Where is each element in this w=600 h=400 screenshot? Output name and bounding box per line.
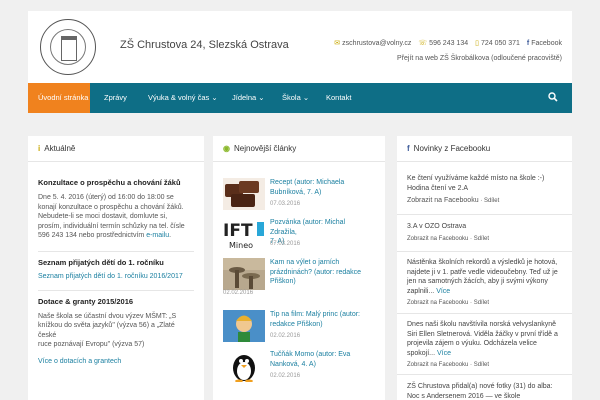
fb-share-link[interactable]: Sdílet: [474, 300, 489, 306]
article-thumbnail[interactable]: IFT Mineo: [223, 218, 265, 250]
nav-skola[interactable]: Škola ⌄: [282, 83, 309, 113]
news-text: Naše škola se účastní dvou výzev MŠMT: „…: [38, 312, 177, 349]
facebook-link[interactable]: f Facebook: [527, 40, 562, 47]
info-icon: i: [38, 144, 41, 153]
panel-header: f Novinky z Facebooku: [397, 136, 572, 162]
nav-home[interactable]: Úvodní stránka: [28, 83, 90, 113]
chevron-down-icon: ⌄: [302, 93, 310, 102]
facebook-panel: f Novinky z Facebooku Ke čtení využíváme …: [397, 136, 572, 400]
article-thumbnail[interactable]: [223, 310, 265, 342]
phone1: ☏ 596 243 134: [418, 40, 469, 47]
fb-more-link[interactable]: Více: [436, 288, 450, 295]
news-item: Seznam přijatých dětí do 1. ročníku Sezn…: [28, 258, 204, 280]
article-item[interactable]: Tučňák Momo (autor: Eva Nanková, 4. A) 02…: [223, 350, 373, 384]
aktualne-panel: i Aktuálně Konzultace o prospěchu a chová…: [28, 136, 204, 400]
news-title[interactable]: Seznam přijatých dětí do 1. ročníku: [38, 258, 194, 267]
article-item[interactable]: Recept (autor: Michaela Bubníková, 7. A) …: [223, 178, 373, 212]
fb-view-link[interactable]: Zobrazit na Facebooku: [407, 236, 468, 242]
clock-icon: ◉: [223, 144, 230, 153]
chevron-down-icon: ⌄: [258, 93, 265, 102]
facebook-icon: f: [407, 144, 410, 153]
article-thumbnail[interactable]: [223, 350, 265, 382]
email-link[interactable]: e-mailu: [146, 232, 169, 239]
nav-kontakt[interactable]: Kontakt: [326, 83, 351, 113]
email-link[interactable]: ✉ zschrustova@volny.cz: [334, 39, 411, 47]
site-header: ZŠ Chrustova 24, Slezská Ostrava ✉ zschru…: [28, 11, 572, 83]
article-thumbnail[interactable]: [223, 178, 265, 210]
svg-text:IFT: IFT: [223, 221, 253, 241]
news-title[interactable]: Konzultace o prospěchu a chování žáků: [38, 178, 194, 187]
fb-view-link[interactable]: Zobrazit na Facebooku: [407, 300, 468, 306]
article-item[interactable]: IFT Mineo Pozvánka (autor: Michal Zdraži…: [223, 218, 373, 252]
fb-view-link[interactable]: Zobrazit na Facebooku: [407, 197, 479, 204]
fb-share-link[interactable]: Sdílet: [474, 236, 489, 242]
fb-share-link[interactable]: Sdílet: [484, 198, 499, 204]
news-link[interactable]: Seznam přijatých dětí do 1. ročníku 2016…: [38, 273, 194, 280]
fb-post: 3.A v OZO Ostrava Zobrazit na Facebooku …: [407, 223, 490, 242]
search-icon[interactable]: [548, 92, 558, 102]
fb-post: ZŠ Chrustova přidal(a) nové fotky (31) d…: [407, 383, 553, 400]
facebook-icon: f: [526, 39, 530, 47]
nav-zpravy[interactable]: Zprávy: [104, 83, 127, 113]
mobile-icon: ▯: [475, 40, 479, 47]
contact-bar: ✉ zschrustova@volny.cz ☏ 596 243 134 ▯ 724 …: [334, 39, 562, 48]
phone2: ▯ 724 050 371: [475, 40, 520, 47]
news-title[interactable]: Dotace & granty 2015/2016: [38, 297, 194, 306]
fb-post: Nástěnka školních rekordů a výsledků je …: [407, 259, 558, 306]
news-item: Konzultace o prospěchu a chování žáků Dn…: [28, 178, 204, 241]
news-item: Dotace & granty 2015/2016 Naše škola se …: [28, 297, 204, 365]
svg-text:Mineo: Mineo: [229, 241, 253, 250]
news-text: Dne 5. 4. 2016 (úterý) od 16:00 do 18:00…: [38, 194, 185, 239]
article-item[interactable]: Kam na výlet o jarních prázdninách? (auto…: [223, 258, 373, 298]
main-nav: Úvodní stránka Zprávy Výuka & volný čas …: [28, 83, 572, 113]
fb-share-link[interactable]: Sdílet: [474, 362, 489, 368]
site-title[interactable]: ZŠ Chrustova 24, Slezská Ostrava: [120, 39, 289, 51]
skrobalkova-link[interactable]: Přejít na web ZŠ Škrobálkova (odloučené …: [397, 55, 562, 62]
fb-more-link[interactable]: Více: [437, 350, 451, 357]
envelope-icon: ✉: [334, 40, 341, 47]
chevron-down-icon: ⌄: [211, 93, 218, 102]
school-logo[interactable]: [40, 19, 96, 75]
panel-header: i Aktuálně: [28, 136, 204, 162]
article-item[interactable]: Tip na film: Malý princ (autor: redakce P…: [223, 310, 373, 344]
fb-post: Ke čtení využíváme každé místo na škole …: [407, 175, 545, 204]
phone-icon: ☏: [418, 40, 428, 47]
news-link[interactable]: Více o dotacích a grantech: [38, 358, 194, 365]
nav-jidelna[interactable]: Jídelna ⌄: [232, 83, 265, 113]
nav-vyuka[interactable]: Výuka & volný čas ⌄: [148, 83, 218, 113]
fb-view-link[interactable]: Zobrazit na Facebooku: [407, 362, 468, 368]
clanky-panel: ◉ Nejnovější články Recept (autor: Michae…: [213, 136, 385, 400]
panel-header: ◉ Nejnovější články: [213, 136, 385, 162]
fb-post: Dnes naši školu navštívila norská velvys…: [407, 321, 558, 368]
article-thumbnail[interactable]: [223, 258, 265, 290]
